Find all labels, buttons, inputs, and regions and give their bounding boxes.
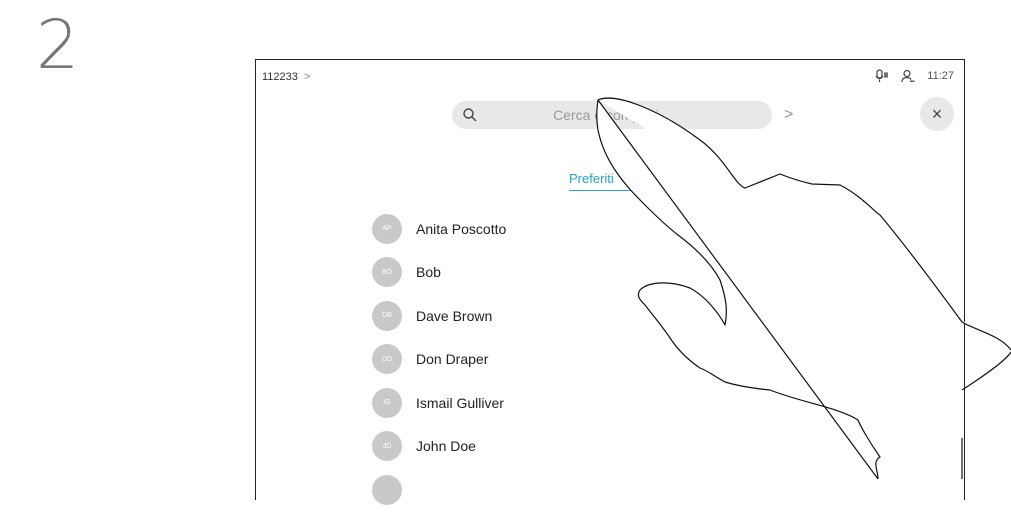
person-icon[interactable]: [901, 69, 915, 83]
avatar: DB: [372, 300, 402, 331]
contact-row[interactable]: DD Don Draper: [372, 338, 506, 382]
contact-row[interactable]: DB Dave Brown: [372, 294, 506, 338]
step-number: 2: [36, 6, 80, 85]
tab-preferiti[interactable]: Preferiti: [569, 171, 657, 191]
contact-name: Ismail Gulliver: [416, 394, 504, 411]
contact-row[interactable]: [372, 468, 506, 512]
close-icon: ×: [931, 103, 943, 124]
close-button[interactable]: ×: [920, 97, 954, 131]
microphone-icon[interactable]: [875, 69, 889, 83]
search-bar[interactable]: [452, 100, 772, 130]
search-icon: [462, 107, 478, 123]
contact-name: John Doe: [416, 438, 476, 455]
avatar: BO: [372, 257, 402, 288]
avatar: [372, 474, 402, 505]
search-input[interactable]: [478, 100, 772, 130]
chevron-right-icon[interactable]: >: [784, 106, 793, 124]
avatar: JD: [372, 431, 402, 462]
breadcrumb[interactable]: 112233 >: [262, 71, 310, 83]
breadcrumb-number: 112233: [262, 71, 298, 83]
avatar: IG: [372, 387, 402, 418]
contact-name: Dave Brown: [416, 307, 493, 324]
clock: 11:27: [927, 70, 954, 82]
contact-row[interactable]: AP Anita Poscotto: [372, 207, 506, 251]
breadcrumb-chevron-icon: >: [303, 71, 311, 83]
contact-list: AP Anita Poscotto BO Bob DB Dave Brown D…: [372, 207, 506, 512]
status-bar: 11:27: [875, 69, 954, 83]
contact-row[interactable]: BO Bob: [372, 251, 506, 295]
device-screen: 112233 > 11:27 Cerca o componi > × Prefe…: [255, 59, 965, 505]
contact-row[interactable]: IG Ismail Gulliver: [372, 381, 506, 425]
contact-name: Anita Poscotto: [416, 220, 507, 237]
contact-row[interactable]: JD John Doe: [372, 425, 506, 469]
contact-name: Bob: [416, 264, 441, 281]
contact-name: Don Draper: [416, 351, 489, 368]
avatar: AP: [372, 213, 402, 244]
avatar: DD: [372, 344, 402, 375]
